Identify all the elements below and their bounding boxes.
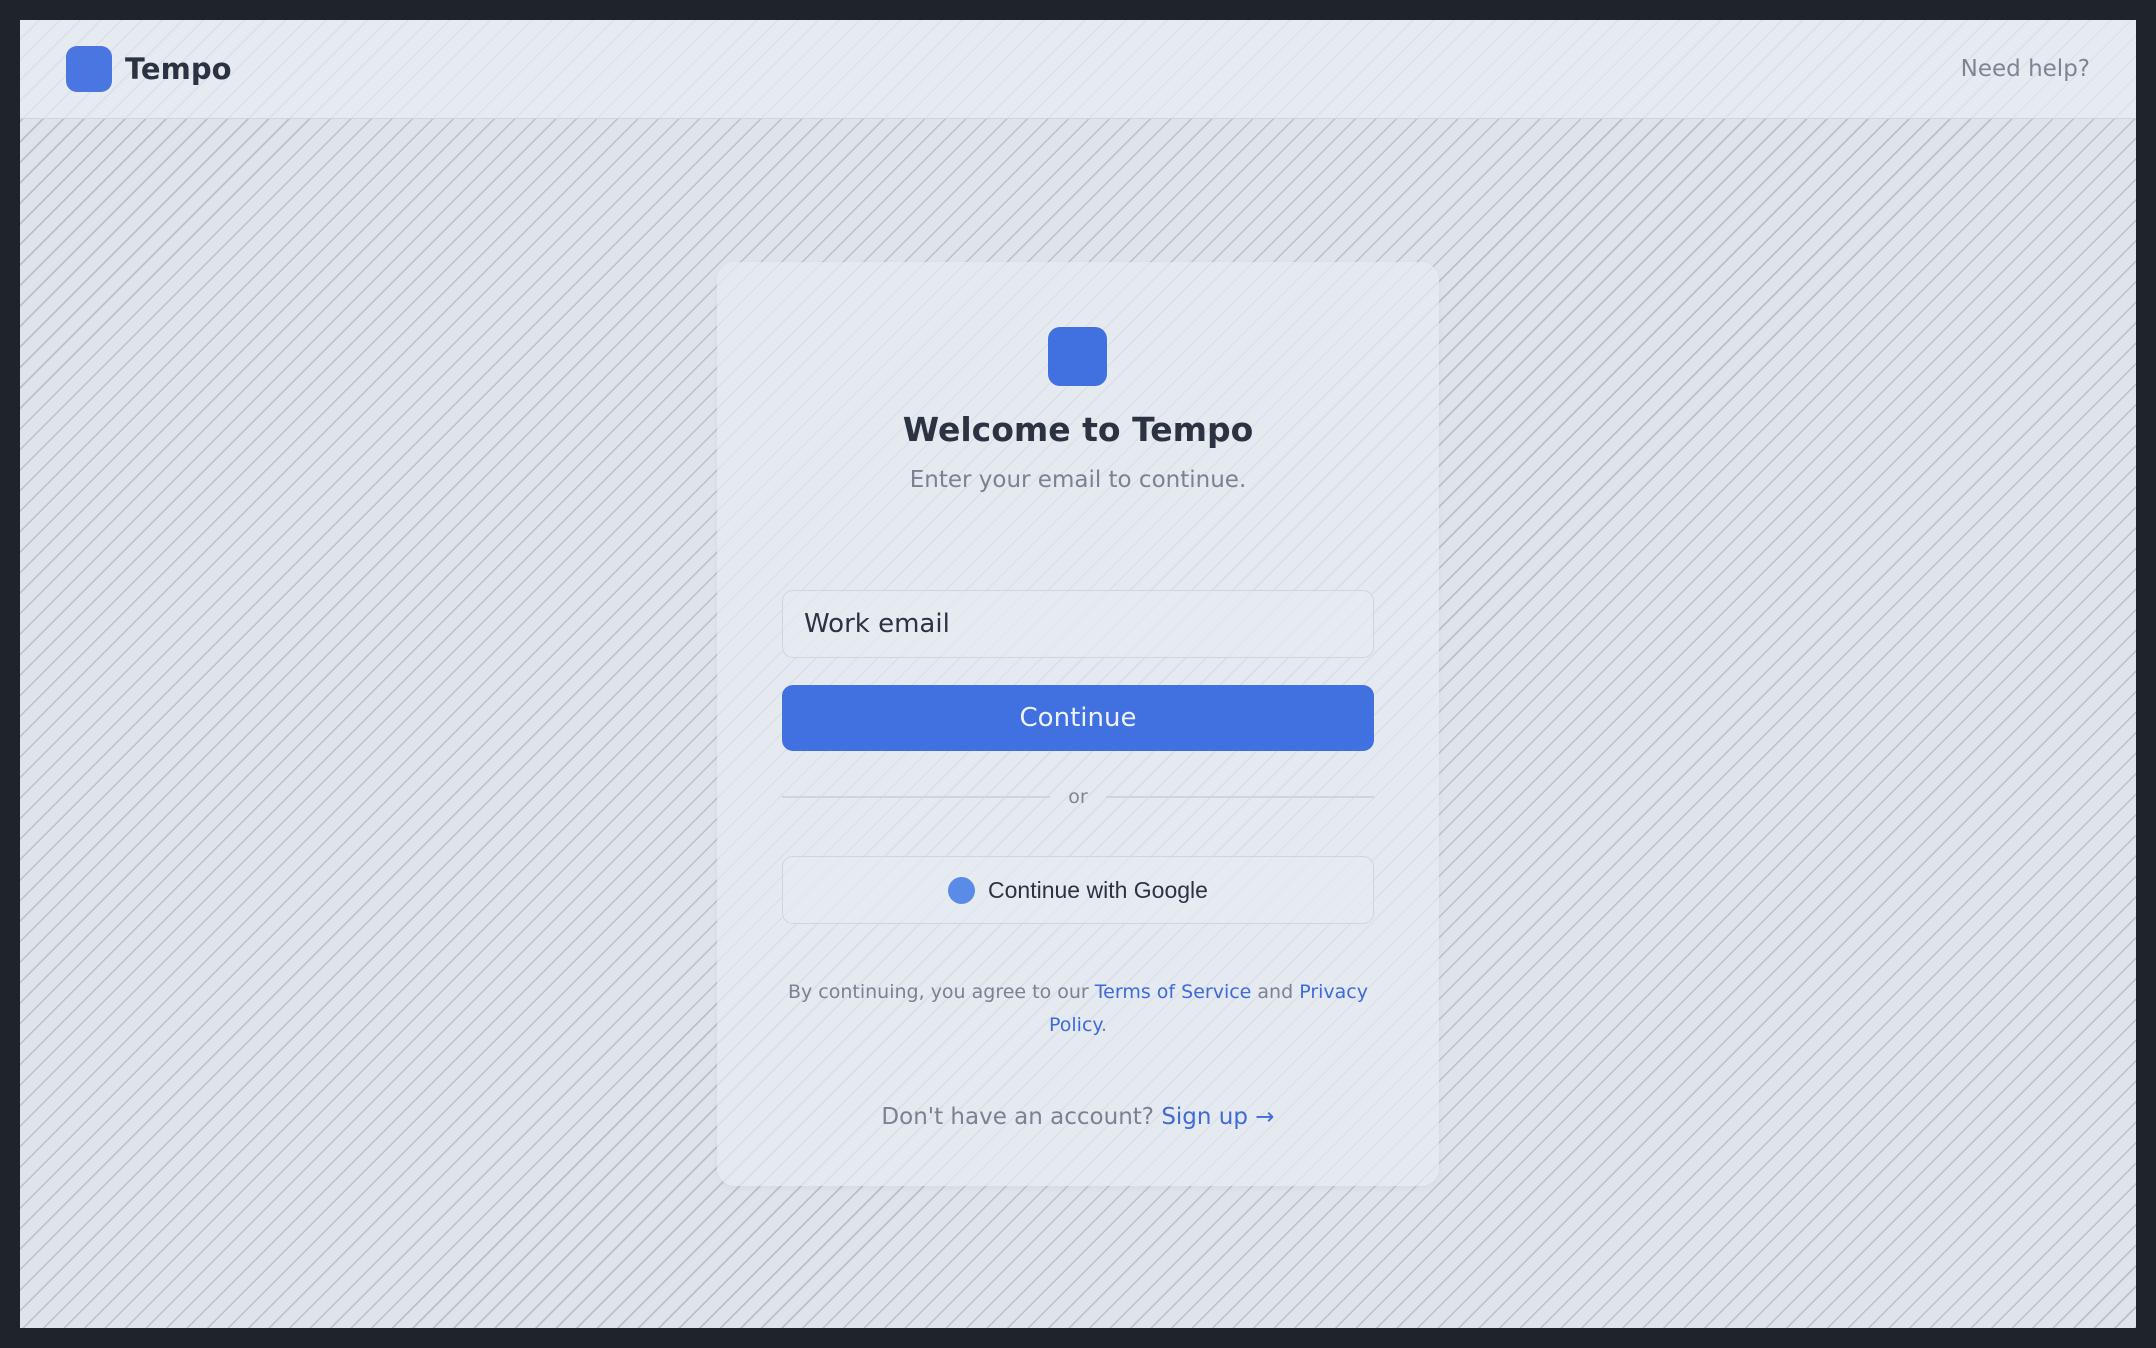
brand-name: Tempo	[125, 52, 232, 86]
legal-notice: By continuing, you agree to our Terms of…	[782, 976, 1374, 1042]
signup-prompt-row: Don't have an account? Sign up →	[717, 1104, 1439, 1130]
sign-up-link[interactable]: Sign up →	[1161, 1104, 1274, 1130]
continue-button[interactable]: Continue	[782, 685, 1374, 751]
terms-of-service-link[interactable]: Terms of Service	[1095, 981, 1252, 1003]
google-icon	[948, 876, 976, 904]
signup-prompt: Don't have an account?	[881, 1104, 1162, 1130]
app-window: Tempo Need help? Welcome to Tempo Enter …	[20, 20, 2136, 1328]
legal-middle: and	[1251, 981, 1300, 1003]
continue-with-google-button[interactable]: Continue with Google	[782, 856, 1374, 924]
google-button-label: Continue with Google	[988, 876, 1208, 903]
or-divider: or	[782, 782, 1374, 812]
legal-suffix: .	[1100, 1014, 1107, 1036]
signin-card: Welcome to Tempo Enter your email to con…	[717, 262, 1439, 1186]
need-help-link[interactable]: Need help?	[1961, 56, 2090, 82]
brand-logo-icon	[66, 46, 112, 92]
divider-text: or	[1068, 786, 1088, 808]
legal-prefix: By continuing, you agree to our	[787, 981, 1095, 1003]
page-title: Welcome to Tempo	[902, 410, 1254, 449]
page-subtitle: Enter your email to continue.	[909, 467, 1247, 493]
work-email-input[interactable]	[782, 590, 1374, 658]
app-logo-icon	[1048, 327, 1107, 386]
top-bar: Tempo Need help?	[20, 20, 2136, 119]
divider-line-right	[1105, 796, 1374, 798]
divider-line-left	[782, 796, 1051, 798]
